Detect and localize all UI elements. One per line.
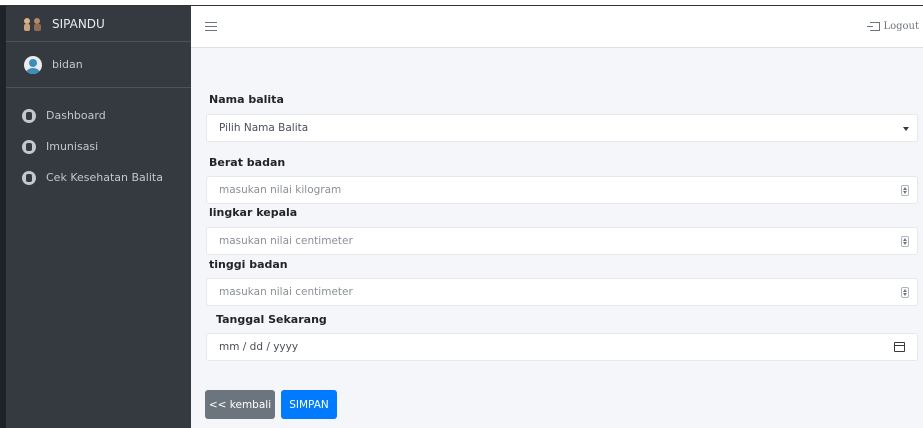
tachometer-icon <box>22 139 36 154</box>
sipandu-logo-icon <box>22 17 44 31</box>
sidebar-nav: Dashboard Imunisasi Cek Kesehatan Balita <box>6 100 191 193</box>
caret-down-icon <box>903 127 909 131</box>
lingkar-kepala-input[interactable]: masukan nilai centimeter <box>206 227 918 255</box>
logout-label: Logout <box>883 21 919 32</box>
tanggal-sekarang-label: Tanggal Sekarang <box>216 313 327 326</box>
tachometer-icon <box>22 170 36 185</box>
tanggal-value: mm / dd / yyyy <box>219 341 299 353</box>
number-spinner-icon[interactable] <box>901 185 909 196</box>
menu-toggle-icon[interactable] <box>205 19 217 33</box>
sidebar-item-label: Dashboard <box>46 109 106 122</box>
sidebar: SIPANDU bidan Dashboard Imunisasi Cek Ke… <box>0 6 191 428</box>
tanggal-sekarang-input[interactable]: mm / dd / yyyy <box>206 333 918 361</box>
brand[interactable]: SIPANDU <box>6 6 191 42</box>
lingkar-kepala-placeholder: masukan nilai centimeter <box>219 235 353 247</box>
lingkar-kepala-label: lingkar kepala <box>209 206 298 219</box>
sign-out-icon <box>867 22 881 31</box>
number-spinner-icon[interactable] <box>901 287 909 298</box>
logout-link[interactable]: Logout <box>867 21 919 32</box>
user-name: bidan <box>52 58 83 71</box>
sidebar-item-imunisasi[interactable]: Imunisasi <box>6 131 191 162</box>
sidebar-item-cek-kesehatan-balita[interactable]: Cek Kesehatan Balita <box>6 162 191 193</box>
nama-balita-selected: Pilih Nama Balita <box>219 122 309 134</box>
nama-balita-select[interactable]: Pilih Nama Balita <box>206 114 918 142</box>
tachometer-icon <box>22 108 36 123</box>
tinggi-badan-placeholder: masukan nilai centimeter <box>219 286 353 298</box>
nama-balita-label: Nama balita <box>209 93 284 106</box>
number-spinner-icon[interactable] <box>901 236 909 247</box>
kembali-button[interactable]: << kembali <box>205 390 275 419</box>
sidebar-item-label: Imunisasi <box>46 140 99 153</box>
simpan-button[interactable]: SIMPAN <box>281 390 337 419</box>
calendar-icon[interactable] <box>894 342 905 352</box>
berat-badan-placeholder: masukan nilai kilogram <box>219 184 342 196</box>
berat-badan-label: Berat badan <box>209 156 286 169</box>
tinggi-badan-label: tinggi badan <box>209 258 288 271</box>
user-panel[interactable]: bidan <box>6 42 191 88</box>
sidebar-item-label: Cek Kesehatan Balita <box>46 171 163 184</box>
brand-name: SIPANDU <box>52 16 105 31</box>
main-content: Nama balita Pilih Nama Balita Berat bada… <box>191 48 923 428</box>
top-navbar: Logout <box>191 6 923 48</box>
berat-badan-input[interactable]: masukan nilai kilogram <box>206 176 918 204</box>
sidebar-item-dashboard[interactable]: Dashboard <box>6 100 191 131</box>
user-avatar-icon <box>24 55 42 74</box>
tinggi-badan-input[interactable]: masukan nilai centimeter <box>206 278 918 306</box>
